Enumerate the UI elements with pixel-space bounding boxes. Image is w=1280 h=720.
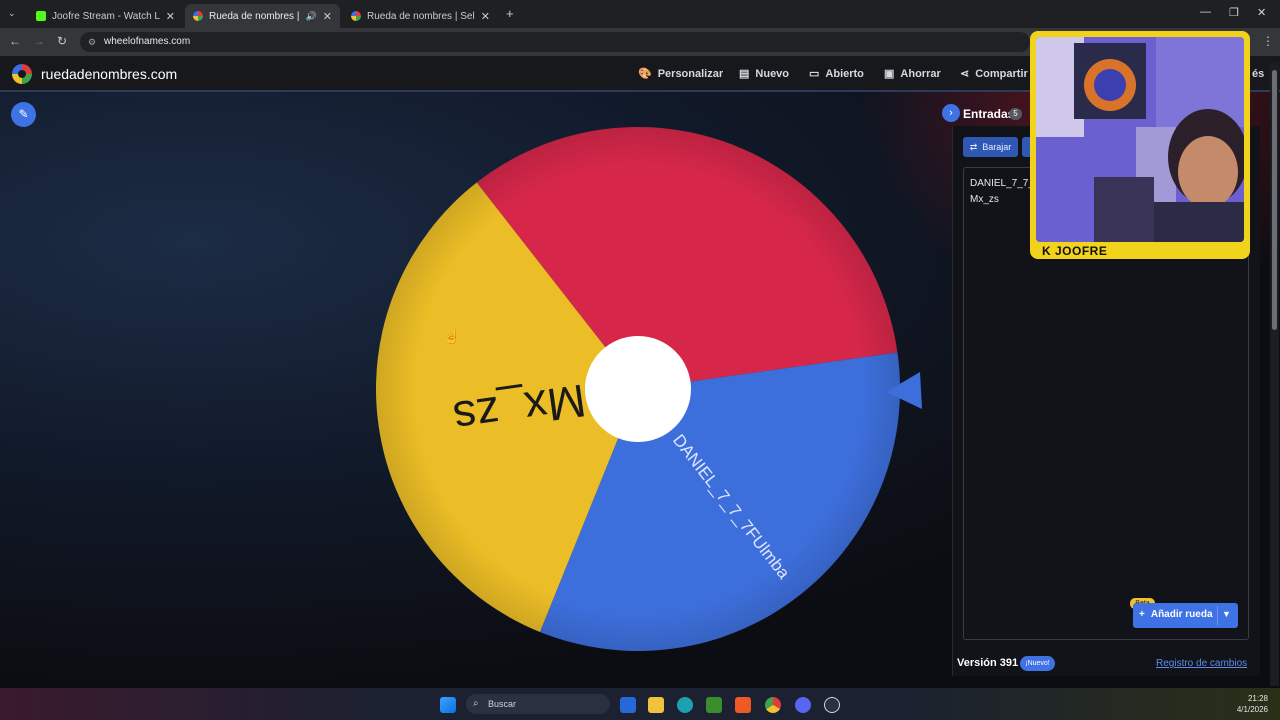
changelog-link[interactable]: Registro de cambios — [1156, 658, 1247, 669]
taskbar-clock[interactable]: 21:28 4/1/2026 — [1232, 693, 1268, 715]
webcam-channel-label: K JOOFRE — [1042, 244, 1107, 258]
minimize-icon[interactable]: — — [1200, 6, 1211, 18]
tab-title: Rueda de nombres | Selector de nombres — [209, 10, 300, 22]
search-icon: ⌕ — [473, 698, 479, 709]
floppy-disk-icon: ▣ — [884, 68, 895, 80]
scrollbar-thumb[interactable] — [1272, 70, 1277, 330]
close-tab-icon[interactable]: ✕ — [323, 10, 332, 23]
file-icon: ▤ — [739, 68, 750, 80]
page-scrollbar[interactable] — [1270, 62, 1279, 686]
open-label: Abierto — [825, 67, 864, 80]
close-window-icon[interactable]: ✕ — [1257, 6, 1266, 19]
share-icon: ⋖ — [960, 68, 970, 80]
save-label: Ahorrar — [900, 67, 941, 80]
speaker-icon[interactable]: 🔊 — [306, 11, 317, 22]
tab-wheel-active[interactable]: Rueda de nombres | Selector de nombres 🔊… — [185, 4, 340, 28]
taskbar-search[interactable]: ⌕ Buscar — [466, 694, 610, 714]
webcam-name: JOOFRE — [1055, 244, 1108, 258]
brave-icon[interactable] — [735, 697, 751, 713]
windows-taskbar — [0, 688, 1280, 720]
tab-title: Joofre Stream - Watch Live on Kick — [52, 10, 160, 22]
url-text: wheelofnames.com — [104, 36, 191, 47]
tab-search-icon[interactable]: ⌄ — [8, 8, 16, 19]
entry-line: Mx_zs — [970, 194, 999, 205]
pencil-icon: ✎ — [18, 107, 29, 121]
customize-button[interactable]: 🎨 Personalizar — [638, 67, 724, 81]
steam-icon[interactable] — [824, 697, 840, 713]
back-icon[interactable]: ← — [9, 34, 21, 48]
version-label: Versión 391 — [957, 657, 1019, 669]
close-tab-icon[interactable]: ✕ — [166, 10, 175, 23]
app-icon[interactable] — [620, 697, 636, 713]
palette-icon: 🎨 — [638, 68, 652, 80]
clock-time: 21:28 — [1247, 694, 1268, 703]
chevron-down-icon[interactable]: ▼ — [1222, 609, 1231, 619]
new-tab-icon[interactable]: + — [506, 6, 514, 21]
plus-icon: + — [1139, 609, 1145, 620]
entry-line: DANIEL_7_7_ — [970, 178, 1034, 189]
restore-icon[interactable]: ❐ — [1229, 6, 1239, 19]
save-button[interactable]: ▣ Ahorrar — [884, 67, 941, 81]
wheel[interactable]: DANIEL_7_7_7FUlmbaMx_zs — [370, 120, 930, 660]
tab-wheel[interactable]: Rueda de nombres | Selector de nombres ✕ — [343, 4, 498, 28]
wheel-favicon-icon — [193, 11, 203, 21]
close-tab-icon[interactable]: ✕ — [481, 10, 490, 23]
site-name[interactable]: ruedadenombres.com — [41, 66, 177, 82]
add-wheel-button[interactable]: + Añadir rueda ▼ — [1133, 603, 1238, 628]
taskbar-search-placeholder: Buscar — [488, 699, 517, 709]
hand-cursor-icon: ☝ — [443, 328, 461, 344]
forward-icon[interactable]: → — [33, 34, 45, 48]
shuffle-icon: ⇄ — [969, 141, 978, 152]
edge-icon[interactable] — [677, 697, 693, 713]
webcam-video — [1036, 37, 1244, 242]
browser-tab-strip: ⌄ Joofre Stream - Watch Live on Kick ✕ R… — [0, 0, 1280, 28]
chevron-right-icon: › — [949, 107, 953, 119]
reload-icon[interactable]: ↻ — [57, 34, 67, 48]
minecraft-icon[interactable] — [706, 697, 722, 713]
site-info-icon[interactable]: ⚙ — [88, 32, 96, 52]
tab-kick[interactable]: Joofre Stream - Watch Live on Kick ✕ — [28, 4, 183, 28]
more-menu-button[interactable]: és — [1252, 68, 1264, 80]
folder-open-icon: ▭ — [809, 68, 820, 80]
browser-menu-icon[interactable]: ⋮ — [1262, 34, 1274, 48]
entries-count-badge: 5 — [1009, 108, 1022, 120]
kick-favicon-icon — [36, 11, 46, 21]
address-bar[interactable]: ⚙ wheelofnames.com — [80, 32, 1030, 52]
wheel-center-button[interactable] — [585, 336, 691, 442]
edit-pencil-button[interactable]: ✎ — [11, 102, 36, 127]
site-logo-icon[interactable] — [12, 64, 32, 84]
share-button[interactable]: ⋖ Compartir — [960, 67, 1028, 81]
new-badge[interactable]: ¡Nuevo! — [1020, 656, 1055, 671]
new-label: Nuevo — [755, 67, 790, 80]
wheel-favicon-icon — [351, 11, 361, 21]
entries-tab[interactable]: Entradas — [963, 107, 1014, 121]
open-button[interactable]: ▭ Abierto — [809, 67, 864, 81]
file-explorer-icon[interactable] — [648, 697, 664, 713]
share-label: Compartir — [975, 67, 1028, 80]
customize-label: Personalizar — [657, 67, 724, 80]
discord-icon[interactable] — [795, 697, 811, 713]
kick-logo-icon: K — [1042, 244, 1055, 258]
clock-date: 4/1/2026 — [1236, 705, 1268, 714]
add-wheel-label: Añadir rueda — [1150, 609, 1213, 620]
button-divider — [1217, 606, 1218, 625]
shuffle-label: Barajar — [982, 142, 1012, 152]
tab-title: Rueda de nombres | Selector de nombres — [367, 10, 475, 22]
shuffle-button[interactable]: ⇄ Barajar — [963, 137, 1018, 157]
start-icon[interactable] — [440, 697, 456, 713]
new-button[interactable]: ▤ Nuevo — [739, 67, 790, 81]
webcam-scene-image — [1036, 37, 1244, 242]
collapse-panel-button[interactable]: › — [942, 104, 960, 122]
chrome-icon[interactable] — [765, 697, 781, 713]
